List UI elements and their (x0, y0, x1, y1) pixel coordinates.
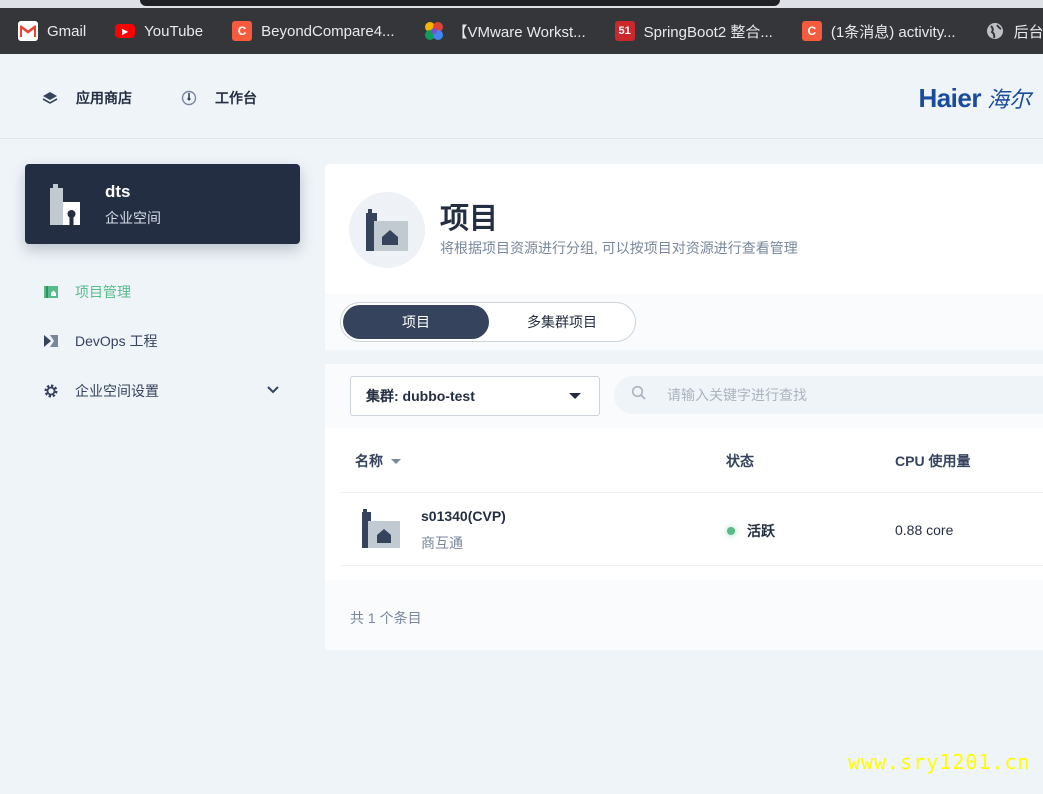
bookmark-label: YouTube (144, 22, 204, 40)
search-input[interactable] (665, 386, 999, 404)
workspace-card[interactable]: dts 企业空间 (25, 164, 300, 244)
table-row[interactable]: s01340(CVP) 商互通 活跃 0.88 core (341, 492, 1043, 566)
workspace-name: dts (105, 182, 131, 201)
project-icon (349, 192, 425, 268)
bookmark-label: (1条消息) activity... (830, 23, 956, 41)
status-label: 活跃 (747, 523, 775, 539)
column-name[interactable]: 名称 (355, 451, 401, 471)
nav-app-store-label: 应用商店 (76, 90, 132, 106)
watermark: www.sry1201.cn (848, 750, 1031, 774)
sidebar-item-label: 企业空间设置 (75, 383, 159, 399)
list-footer: 共 1 个条目 (325, 580, 1043, 650)
nav-workbench[interactable]: 工作台 (181, 88, 257, 108)
csdn-icon: C (801, 21, 822, 41)
page-banner: 项目 将根据项目资源进行分组, 可以按项目对资源进行查看管理 (325, 164, 1043, 294)
column-cpu-label: CPU 使用量 (895, 453, 971, 469)
bookmark-youtube[interactable]: ▶ YouTube (97, 15, 214, 47)
bookmark-label: BeyondCompare4... (261, 22, 395, 40)
layers-icon (42, 90, 58, 106)
sidebar-item-label: DevOps 工程 (75, 333, 158, 349)
sidebar-item-projects[interactable]: 项目管理 (42, 282, 131, 302)
globe-icon (985, 21, 1005, 41)
logo-cn: 海尔 (986, 88, 1031, 113)
tabs-row: 项目 多集群项目 (325, 294, 1043, 350)
caret-down-icon (569, 393, 581, 399)
51cto-icon: 51 (614, 21, 635, 41)
page-description: 将根据项目资源进行分组, 可以按项目对资源进行查看管理 (440, 240, 798, 256)
tab-multi-cluster-projects[interactable]: 多集群项目 (491, 305, 633, 339)
column-name-label: 名称 (355, 453, 383, 469)
bookmark-activity[interactable]: C (1条消息) activity... (784, 15, 967, 47)
page-title: 项目 (440, 203, 499, 235)
column-status: 状态 (726, 451, 754, 471)
workspace-icon (48, 184, 82, 231)
bookmark-springboot[interactable]: 51 SpringBoot2 整合... (597, 15, 784, 47)
dashboard-icon (181, 90, 197, 106)
gmail-icon (18, 21, 38, 41)
bookmark-label: 【VMware Workst... (452, 23, 586, 41)
total-count: 共 1 个条目 (350, 610, 422, 626)
nav-workbench-label: 工作台 (215, 90, 257, 106)
cluster-select-value: 集群: dubbo-test (366, 388, 475, 404)
project-alias: 商互通 (421, 535, 463, 551)
csdn-icon: C (232, 21, 253, 41)
bookmark-label: Gmail (47, 22, 87, 40)
bookmark-label: SpringBoot2 整合... (643, 23, 773, 41)
table-header: 名称 状态 CPU 使用量 (325, 428, 1043, 492)
haier-logo: Haier 海尔 (918, 82, 1031, 114)
sidebar-item-workspace-settings[interactable]: 企业空间设置 (42, 381, 159, 401)
column-status-label: 状态 (726, 453, 754, 469)
nav-app-store[interactable]: 应用商店 (42, 88, 132, 108)
search-icon (631, 385, 647, 406)
logo-en: Haier (918, 82, 981, 113)
bookmark-label: 后台登 (1013, 23, 1043, 41)
sidebar-item-label: 项目管理 (75, 284, 131, 300)
sidebar-item-devops[interactable]: DevOps 工程 (42, 331, 157, 351)
project-name[interactable]: s01340(CVP) (421, 508, 506, 524)
chevron-down-icon[interactable] (266, 383, 280, 402)
column-cpu: CPU 使用量 (895, 451, 970, 471)
active-tab-edge (140, 0, 780, 6)
bookmark-gmail[interactable]: Gmail (0, 15, 97, 47)
tab-projects[interactable]: 项目 (343, 305, 489, 339)
project-type-switch: 项目 多集群项目 (340, 302, 636, 342)
top-navigation: 应用商店 工作台 Haier 海尔 (0, 54, 1043, 139)
gear-icon (42, 382, 60, 400)
search-box (614, 376, 1043, 414)
status-badge: 活跃 (727, 521, 775, 541)
bookmark-vmware[interactable]: 【VMware Workst... (406, 15, 597, 47)
browser-tab-strip (0, 0, 1043, 8)
bookmark-beyondcompare[interactable]: C BeyondCompare4... (214, 15, 405, 47)
cluster-select[interactable]: 集群: dubbo-test (350, 376, 600, 416)
cpu-usage: 0.88 core (895, 522, 954, 538)
workspace-type: 企业空间 (105, 210, 161, 226)
project-list-panel: 集群: dubbo-test 名称 状态 CPU 使用量 s01340(CVP)… (325, 364, 1043, 650)
bookmarks-bar: Gmail ▶ YouTube C BeyondCompare4... 【VMw… (0, 8, 1043, 54)
devops-icon (42, 332, 60, 350)
sort-caret-icon[interactable] (391, 458, 401, 464)
list-toolbar: 集群: dubbo-test (325, 364, 1043, 428)
youtube-icon: ▶ (115, 24, 136, 38)
bookmark-backend[interactable]: 后台登 (967, 15, 1043, 47)
pinwheel-icon (424, 21, 444, 41)
status-dot-icon (727, 527, 735, 535)
project-icon (361, 509, 401, 554)
project-icon (42, 283, 60, 301)
